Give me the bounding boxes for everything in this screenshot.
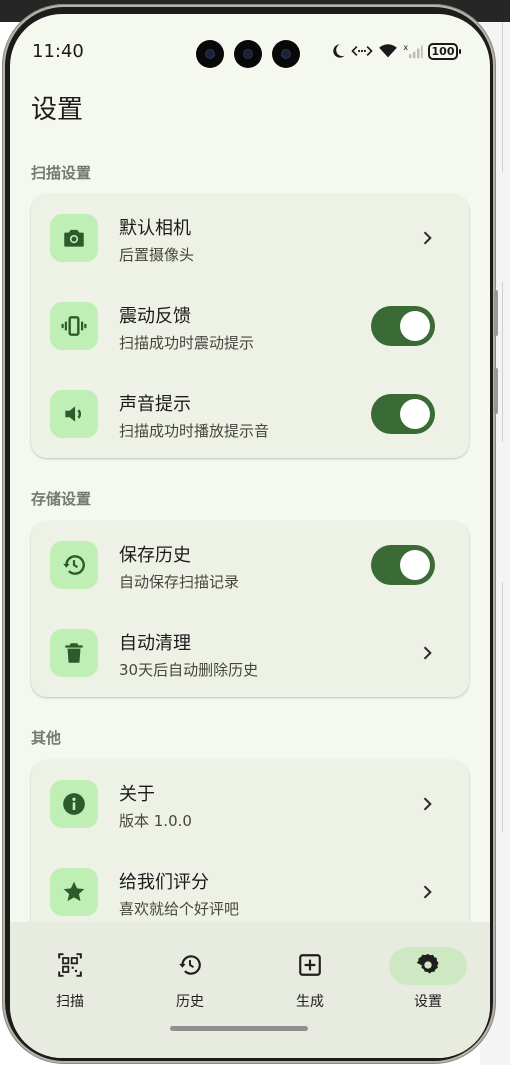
add-box-icon [299,954,321,976]
setting-about[interactable]: 关于 版本 1.0.0 [31,760,469,848]
gear-icon [416,953,439,974]
vibration-icon [50,302,98,350]
volume-up-button [494,290,498,336]
setting-subtitle: 后置摄像头 [119,246,195,264]
home-indicator[interactable] [170,1026,308,1031]
page-title: 设置 [31,95,84,125]
nav-label: 历史 [176,994,204,1010]
setting-title: 给我们评分 [119,872,209,893]
setting-default-camera[interactable]: 默认相机 后置摄像头 [31,194,469,282]
chevron-right-icon [423,231,432,245]
status-time: 11:40 [32,41,84,62]
bottom-navigation: 扫描 历史 生成 设置 [10,922,490,1058]
setting-save-history[interactable]: 保存历史 自动保存扫描记录 [31,521,469,609]
section-label-other: 其他 [31,729,62,747]
camera-cutout-icon [272,40,300,68]
battery-icon: 100 [428,42,461,60]
camera-cutout-icon [234,40,262,68]
setting-title: 自动清理 [119,633,191,654]
save-history-toggle[interactable] [371,545,435,585]
setting-subtitle: 自动保存扫描记录 [119,573,240,591]
sound-toggle[interactable] [371,394,435,434]
setting-subtitle: 扫描成功时播放提示音 [119,422,270,440]
history-icon [179,955,201,975]
camera-cutout-icon [196,40,224,68]
moon-icon [333,44,345,58]
signal-icon: x [403,43,423,59]
section-label-storage: 存储设置 [31,490,92,508]
chevron-right-icon [423,646,432,660]
nav-label: 生成 [296,994,324,1010]
nav-label: 扫描 [56,994,84,1010]
setting-vibration[interactable]: 震动反馈 扫描成功时震动提示 [31,282,469,370]
vibration-toggle[interactable] [371,306,435,346]
star-icon [50,868,98,916]
status-bar: 11:40 x 100 [10,14,490,74]
wifi-icon [379,44,397,58]
setting-title: 震动反馈 [119,306,191,327]
setting-title: 声音提示 [119,394,191,415]
svg-text:x: x [403,43,408,52]
volume-down-button [494,368,498,414]
setting-auto-clean[interactable]: 自动清理 30天后自动删除历史 [31,609,469,697]
setting-sound[interactable]: 声音提示 扫描成功时播放提示音 [31,370,469,458]
status-icons: x 100 [330,41,461,61]
storage-settings-card: 保存历史 自动保存扫描记录 自动清理 30天后自动删除历史 [31,521,469,697]
trash-icon [50,629,98,677]
chevron-right-icon [423,797,432,811]
setting-subtitle: 30天后自动删除历史 [119,661,259,679]
qr-scan-icon [58,953,82,977]
nav-label: 设置 [414,994,442,1010]
volume-icon [50,390,98,438]
nav-item-history[interactable]: 历史 [150,938,230,1010]
nav-item-settings[interactable]: 设置 [388,938,468,1010]
setting-subtitle: 扫描成功时震动提示 [119,334,255,352]
setting-subtitle: 喜欢就给个好评吧 [119,900,240,918]
section-label-scan: 扫描设置 [31,164,92,182]
setting-title: 关于 [119,784,155,805]
data-transfer-icon [351,46,373,56]
nav-item-generate[interactable]: 生成 [270,938,350,1010]
phone-frame: 11:40 x 100 设置 扫描设置 默认相机 后置摄像头 震动反馈 扫描成功… [2,4,498,1064]
setting-title: 保存历史 [119,545,191,566]
scan-settings-card: 默认相机 后置摄像头 震动反馈 扫描成功时震动提示 声音提示 扫描成功时播放提示… [31,194,469,458]
camera-icon [50,214,98,262]
setting-subtitle: 版本 1.0.0 [119,812,192,830]
phone-screen: 11:40 x 100 设置 扫描设置 默认相机 后置摄像头 震动反馈 扫描成功… [10,14,490,1058]
nav-item-scan[interactable]: 扫描 [30,938,110,1010]
info-icon [50,780,98,828]
restore-history-icon [50,541,98,589]
chevron-right-icon [423,885,432,899]
setting-title: 默认相机 [119,218,191,239]
